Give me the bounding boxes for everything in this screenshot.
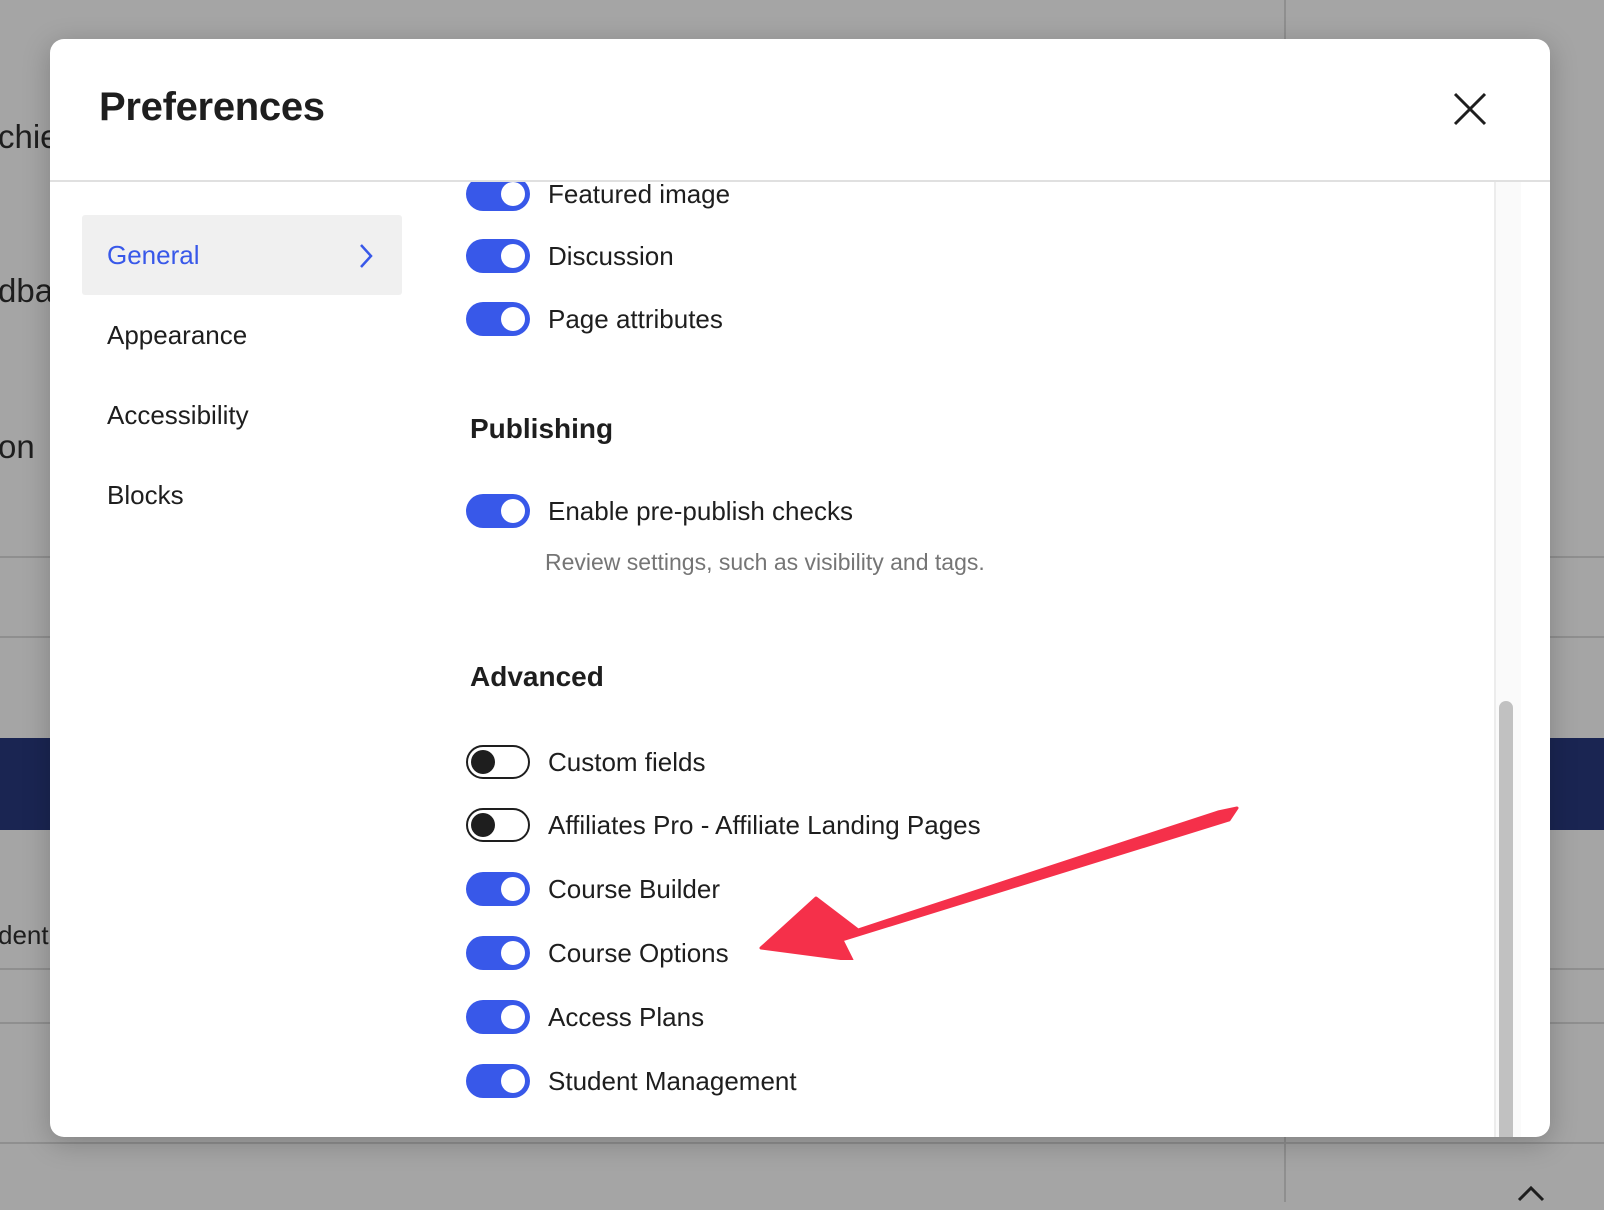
background-text: dba [0, 272, 54, 309]
chevron-up-icon [1516, 1180, 1546, 1210]
toggle-label: Custom fields [548, 746, 706, 777]
toggle-knob [501, 941, 525, 965]
affiliates-pro-toggle[interactable] [466, 808, 530, 842]
featured-image-toggle[interactable] [466, 182, 530, 211]
modal-title: Preferences [99, 85, 325, 129]
access-plans-toggle[interactable] [466, 1000, 530, 1034]
toggle-label: Featured image [548, 182, 731, 209]
custom-fields-toggle[interactable] [466, 745, 530, 779]
toggle-label: Page attributes [548, 303, 723, 334]
close-button[interactable] [1442, 81, 1498, 137]
page-attributes-toggle[interactable] [466, 302, 530, 336]
toggle-knob [501, 244, 525, 268]
modal-header: Preferences [50, 39, 1550, 182]
toggle-row-page-attributes[interactable]: Page attributes [466, 299, 723, 339]
toggle-knob [471, 750, 495, 774]
toggle-label: Course Options [548, 937, 729, 968]
toggle-label: Access Plans [548, 1001, 705, 1032]
toggle-label: Discussion [548, 240, 674, 271]
toggle-label: Enable pre-publish checks [548, 495, 853, 526]
close-icon [1453, 92, 1487, 126]
toggle-knob [501, 182, 525, 206]
toggle-row-course-options[interactable]: Course Options [466, 933, 729, 973]
toggle-knob [501, 307, 525, 331]
background-text: on [0, 428, 35, 465]
course-builder-toggle[interactable] [466, 872, 530, 906]
toggle-row-featured-image[interactable]: Featured image [466, 182, 730, 214]
background-divider [0, 1142, 1604, 1144]
course-options-toggle[interactable] [466, 936, 530, 970]
toggle-knob [501, 1069, 525, 1093]
section-title-advanced: Advanced [470, 661, 604, 692]
toggle-label: Student Management [548, 1065, 797, 1096]
toggle-label: Course Builder [548, 873, 720, 904]
background-text: dent [0, 920, 49, 950]
toggle-row-prepublish[interactable]: Enable pre-publish checks [466, 491, 853, 531]
discussion-toggle[interactable] [466, 239, 530, 273]
toggle-row-access-plans[interactable]: Access Plans [466, 997, 704, 1037]
toggle-row-custom-fields[interactable]: Custom fields [466, 742, 706, 782]
prepublish-toggle[interactable] [466, 494, 530, 528]
toggle-row-discussion[interactable]: Discussion [466, 236, 674, 276]
preferences-modal: Preferences General Appearance Accessibi… [50, 39, 1550, 1137]
toggle-knob [501, 499, 525, 523]
toggle-row-course-builder[interactable]: Course Builder [466, 869, 720, 909]
section-title-publishing: Publishing [470, 413, 614, 444]
prepublish-help-text: Review settings, such as visibility and … [545, 549, 985, 575]
scrollbar-thumb[interactable] [1499, 701, 1513, 1137]
preferences-content: Featured image Discussion Page attribute… [50, 182, 1518, 1137]
annotation-arrow-icon [759, 806, 1239, 960]
toggle-knob [501, 1005, 525, 1029]
toggle-row-student-management[interactable]: Student Management [466, 1061, 797, 1101]
toggle-knob [471, 813, 495, 837]
student-management-toggle[interactable] [466, 1064, 530, 1098]
toggle-knob [501, 877, 525, 901]
